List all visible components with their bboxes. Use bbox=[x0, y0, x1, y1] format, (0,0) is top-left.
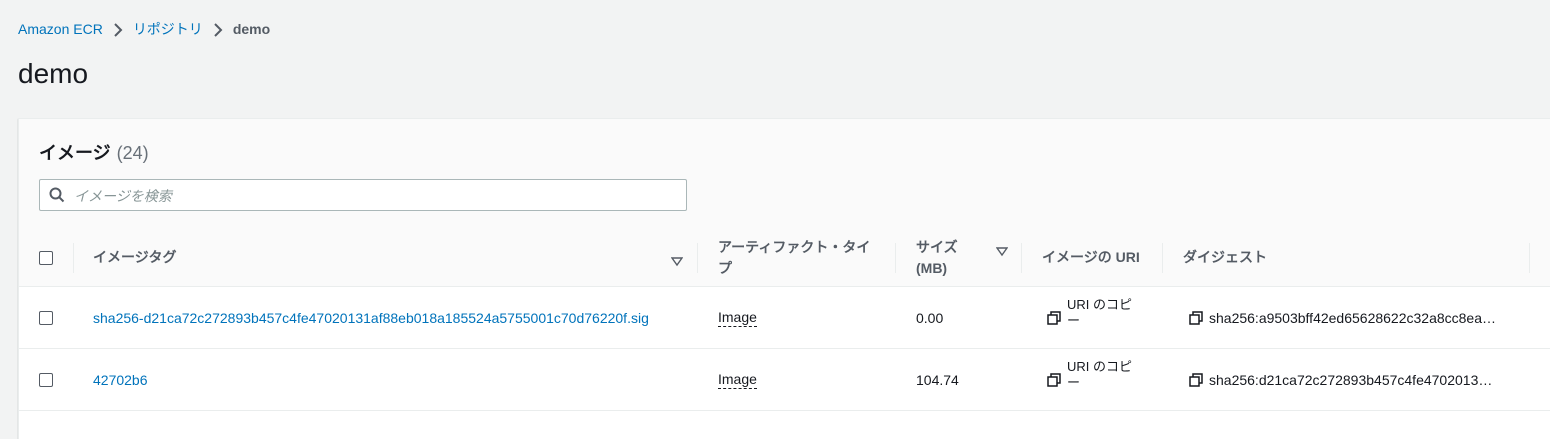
copy-uri-button[interactable]: URI のコピー bbox=[1047, 349, 1137, 410]
size-value: 0.00 bbox=[916, 309, 944, 326]
row-select-cell bbox=[39, 349, 53, 410]
column-uri: イメージの URI bbox=[1022, 229, 1163, 286]
breadcrumb-amazon-ecr[interactable]: Amazon ECR bbox=[18, 21, 103, 37]
copy-uri-button[interactable]: URI のコピー bbox=[1047, 287, 1137, 348]
column-size[interactable]: サイズ (MB) bbox=[896, 229, 1022, 286]
digest-value: sha256:a9503bff42ed65628622c32a8cc8ea… bbox=[1209, 309, 1496, 326]
column-digest: ダイジェスト bbox=[1163, 229, 1530, 286]
column-digest-label: ダイジェスト bbox=[1183, 249, 1267, 265]
table-row: sha256-d21ca72c272893b457c4fe47020131af8… bbox=[19, 287, 1550, 349]
size-cell: 0.00 bbox=[916, 287, 943, 348]
image-search-box[interactable] bbox=[39, 179, 687, 212]
artifact-type-value[interactable]: Image bbox=[718, 309, 757, 327]
images-panel-title: イメージ (24) bbox=[39, 139, 149, 165]
row-checkbox[interactable] bbox=[39, 310, 53, 325]
breadcrumb: Amazon ECR リポジトリ demo bbox=[18, 19, 270, 39]
breadcrumb-current: demo bbox=[232, 21, 271, 37]
digest-cell: sha256:d21ca72c272893b457c4fe4702013… bbox=[1189, 349, 1509, 410]
search-icon bbox=[49, 187, 65, 208]
image-tag-link[interactable]: 42702b6 bbox=[93, 372, 148, 388]
page-title: demo bbox=[18, 58, 89, 89]
row-checkbox[interactable] bbox=[39, 372, 53, 387]
images-count: (24) bbox=[116, 143, 149, 163]
artifact-type-cell: Image bbox=[718, 349, 757, 410]
sort-down-icon[interactable] bbox=[995, 242, 1009, 263]
image-tag-link[interactable]: sha256-d21ca72c272893b457c4fe47020131af8… bbox=[93, 310, 649, 326]
digest-value: sha256:d21ca72c272893b457c4fe4702013… bbox=[1209, 371, 1493, 388]
column-artifact-type-label: アーティファクト・タイプ bbox=[718, 238, 871, 276]
copy-icon[interactable] bbox=[1189, 372, 1203, 387]
row-select-cell bbox=[39, 287, 53, 348]
breadcrumb-repositories[interactable]: リポジトリ bbox=[133, 19, 203, 39]
table-header: イメージタグ アーティファクト・タイプ サイズ (MB) イメージの URI ダ… bbox=[19, 229, 1550, 287]
size-cell: 104.74 bbox=[916, 349, 959, 410]
column-size-label: サイズ (MB) bbox=[916, 238, 958, 276]
chevron-right-icon bbox=[109, 21, 127, 37]
copy-uri-label: URI のコピー bbox=[1067, 296, 1133, 328]
column-artifact-type[interactable]: アーティファクト・タイプ bbox=[698, 229, 896, 286]
images-title-text: イメージ bbox=[39, 143, 111, 163]
images-panel: イメージ(24) イメージタグ アーティファクト・タイプ サイズ (MB) bbox=[18, 118, 1550, 439]
size-value: 104.74 bbox=[916, 371, 959, 388]
artifact-type-cell: Image bbox=[718, 287, 757, 348]
digest-cell: sha256:a9503bff42ed65628622c32a8cc8ea… bbox=[1189, 287, 1509, 348]
image-search-input[interactable] bbox=[72, 180, 676, 212]
column-uri-label: イメージの URI bbox=[1042, 249, 1140, 265]
select-all-checkbox[interactable] bbox=[39, 250, 53, 265]
sort-down-icon[interactable] bbox=[670, 252, 684, 273]
column-tag[interactable]: イメージタグ bbox=[73, 229, 698, 286]
copy-icon bbox=[1047, 372, 1061, 387]
table-row: 42702b6 Image 104.74 URI のコピー sha256:d21… bbox=[19, 349, 1550, 411]
copy-uri-label: URI のコピー bbox=[1067, 358, 1133, 390]
image-tag-cell: sha256-d21ca72c272893b457c4fe47020131af8… bbox=[93, 287, 649, 348]
artifact-type-value[interactable]: Image bbox=[718, 371, 757, 389]
copy-icon[interactable] bbox=[1189, 310, 1203, 325]
copy-icon bbox=[1047, 310, 1061, 325]
chevron-right-icon bbox=[209, 21, 227, 37]
images-panel-header: イメージ (24) bbox=[19, 119, 1550, 230]
column-tag-label: イメージタグ bbox=[93, 249, 177, 265]
image-tag-cell: 42702b6 bbox=[93, 349, 148, 410]
